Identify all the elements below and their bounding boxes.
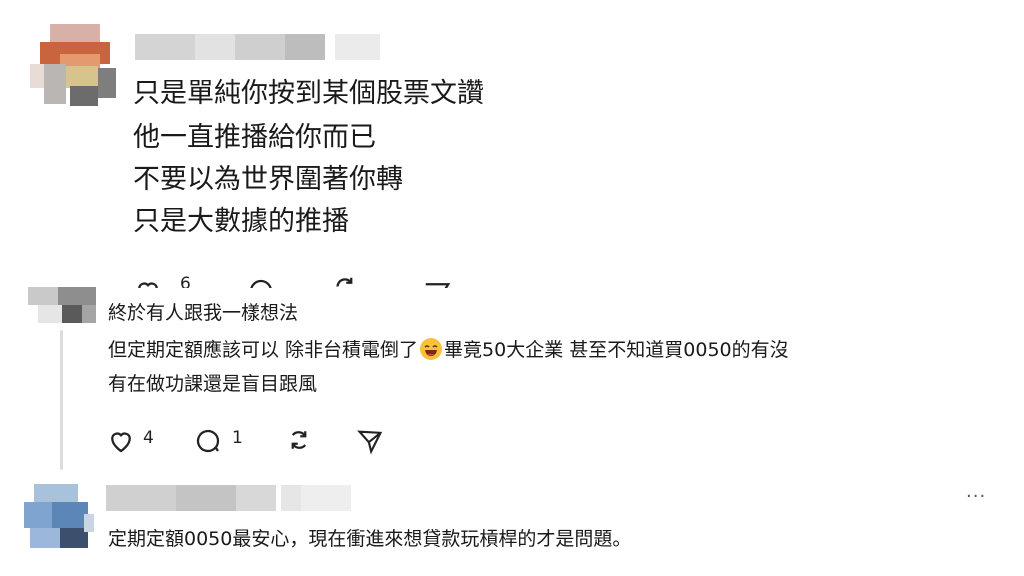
more-options-button[interactable]: ··· xyxy=(966,486,986,507)
username-blurred[interactable] xyxy=(106,485,356,511)
reply-text-line: 定期定額0050最安心，現在衝進來想貸款玩槓桿的才是問題。 xyxy=(108,528,632,550)
post-actions: 6 xyxy=(0,270,1024,288)
share-icon[interactable] xyxy=(356,427,384,455)
avatar[interactable] xyxy=(30,24,120,114)
avatar[interactable] xyxy=(24,484,94,554)
post-text-line: 只是大數據的推播 xyxy=(133,206,349,237)
share-icon[interactable] xyxy=(422,278,452,288)
post-text-line: 不要以為世界圍著你轉 xyxy=(133,164,403,195)
reply-text-line: 但定期定額應該可以 除非台積電倒了 畢竟50大企業 甚至不知道買0050的有沒 xyxy=(108,334,789,367)
avatar[interactable] xyxy=(28,287,96,323)
reply-text-segment: 畢竟50大企業 甚至不知道買0050的有沒 xyxy=(444,339,789,361)
reply-count: 1 xyxy=(232,428,243,448)
comment-icon[interactable] xyxy=(246,276,276,288)
like-count: 6 xyxy=(180,274,191,288)
repost-icon[interactable] xyxy=(330,274,360,288)
post-text-line: 他一直推播給你而已 xyxy=(133,122,376,153)
username-blurred[interactable] xyxy=(135,34,385,60)
like-count: 4 xyxy=(143,428,154,448)
post-text-line: 只是單純你按到某個股票文讚 xyxy=(133,78,484,109)
reply-text-segment: 但定期定額應該可以 除非台積電倒了 xyxy=(108,339,419,361)
heart-icon[interactable] xyxy=(133,276,163,288)
laughing-emoji-icon xyxy=(420,338,443,360)
reply-text-line: 有在做功課還是盲目跟風 xyxy=(108,373,318,395)
thread-line xyxy=(60,330,63,470)
heart-icon[interactable] xyxy=(106,426,136,456)
reply-text-line: 終於有人跟我一樣想法 xyxy=(108,302,299,324)
comment-icon[interactable] xyxy=(193,426,223,456)
repost-icon[interactable] xyxy=(284,425,314,455)
